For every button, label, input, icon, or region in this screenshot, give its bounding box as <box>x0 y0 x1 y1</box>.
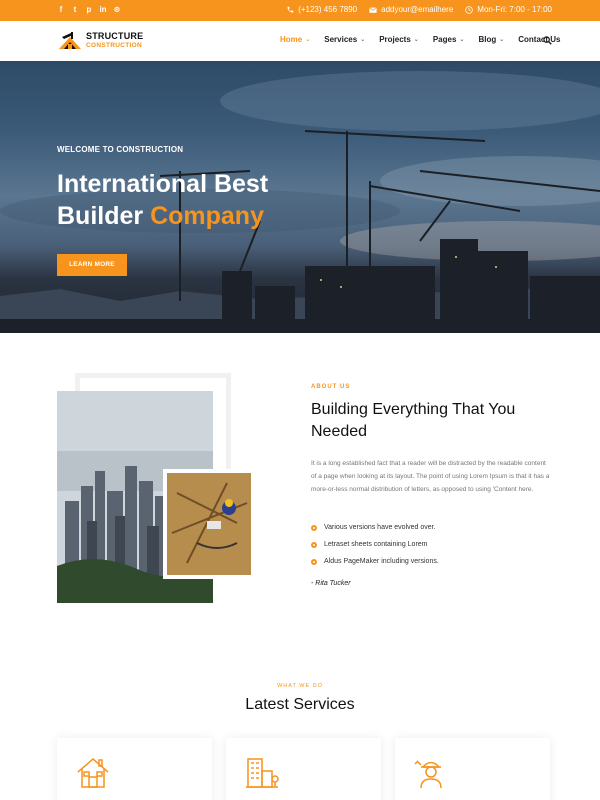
bullet-icon <box>311 524 317 531</box>
hero-title: International Best Builder Company <box>57 168 357 232</box>
nav-label: Contact Us <box>518 35 561 44</box>
phone-contact[interactable]: (+123) 456 7890 <box>286 5 357 14</box>
clock-icon <box>465 5 474 14</box>
site-logo[interactable]: STRUCTURE CONSTRUCTION <box>57 31 143 51</box>
nav-label: Projects <box>379 35 411 44</box>
chevron-down-icon: ⌄ <box>305 37 311 43</box>
chevron-down-icon: ⌄ <box>459 37 465 43</box>
list-item-text: Aldus PageMaker including versions. <box>324 558 439 565</box>
hero-title-line2: Builder <box>57 202 151 230</box>
main-menu: Home ⌄ Services ⌄ Projects ⌄ Pages ⌄ Blo… <box>280 35 574 44</box>
nav-item-home[interactable]: Home ⌄ <box>280 35 310 44</box>
email-contact[interactable]: addyour@emailhere <box>369 5 453 14</box>
brand-name: STRUCTURE <box>86 31 144 41</box>
pinterest-icon[interactable]: p <box>85 5 93 15</box>
services-title: Latest Services <box>245 696 355 713</box>
envelope-icon <box>369 6 377 13</box>
about-paragraph: It is a long established fact that a rea… <box>311 460 550 493</box>
hero-title-line1: International Best <box>57 170 269 198</box>
service-card[interactable] <box>395 738 550 800</box>
worker-photo <box>167 473 251 575</box>
hours-info: Mon-Fri: 7:00 - 17:00 <box>465 5 552 14</box>
learn-more-button[interactable]: LEARN MORE <box>57 254 127 276</box>
top-bar: f t p in ⊛ (+123) 456 7890 addyour@email… <box>0 0 600 21</box>
linkedin-icon[interactable]: in <box>99 5 107 15</box>
list-item-text: Letraset sheets containing Lorem <box>324 541 428 548</box>
phone-icon <box>287 6 294 12</box>
nav-label: Blog <box>478 35 497 44</box>
list-item: Aldus PageMaker including versions. <box>311 553 439 570</box>
hero-banner: WELCOME TO CONSTRUCTION International Be… <box>0 61 600 333</box>
about-title: Building Everything That You Needed <box>311 401 516 440</box>
search-icon[interactable] <box>543 36 552 45</box>
list-item: Letraset sheets containing Lorem <box>311 536 439 553</box>
email-address: addyour@emailhere <box>381 5 454 14</box>
list-item-text: Various versions have evolved over. <box>324 524 436 531</box>
chevron-down-icon: ⌄ <box>360 37 366 43</box>
nav-label: Home <box>280 35 303 44</box>
nav-item-contact[interactable]: Contact Us <box>518 35 560 44</box>
bullet-icon <box>311 541 317 548</box>
dribbble-icon[interactable]: ⊛ <box>113 5 121 15</box>
brand-tagline: CONSTRUCTION <box>86 42 142 49</box>
worker-photo-illustration <box>167 473 251 575</box>
social-links: f t p in ⊛ <box>57 5 121 15</box>
worker-photo-frame <box>163 469 255 579</box>
about-signature: - Rita Tucker <box>311 580 351 587</box>
service-card[interactable] <box>57 738 212 800</box>
nav-item-services[interactable]: Services ⌄ <box>324 35 365 44</box>
nav-item-blog[interactable]: Blog ⌄ <box>478 35 504 44</box>
list-item: Various versions have evolved over. <box>311 519 439 536</box>
nav-item-pages[interactable]: Pages ⌄ <box>433 35 465 44</box>
bullet-icon <box>311 558 317 565</box>
facebook-icon[interactable]: f <box>57 5 65 15</box>
main-navbar: STRUCTURE CONSTRUCTION Home ⌄ Services ⌄… <box>0 21 600 61</box>
hero-kicker: WELCOME TO CONSTRUCTION <box>57 145 184 154</box>
hero-title-accent: Company <box>150 202 264 230</box>
about-feature-list: Various versions have evolved over. Letr… <box>311 519 439 570</box>
worker-icon <box>414 760 442 789</box>
contact-info: (+123) 456 7890 addyour@emailhere Mon-Fr… <box>286 5 552 14</box>
service-card[interactable] <box>226 738 381 800</box>
services-kicker: WHAT WE DO <box>277 683 323 689</box>
logo-crane-icon <box>59 32 81 49</box>
nav-label: Services <box>324 35 358 44</box>
phone-number: (+123) 456 7890 <box>298 5 358 14</box>
nav-label: Pages <box>432 35 457 44</box>
house-icon <box>77 758 109 788</box>
about-kicker: ABOUT US <box>311 384 351 390</box>
business-hours: Mon-Fri: 7:00 - 17:00 <box>477 5 552 14</box>
twitter-icon[interactable]: t <box>71 5 79 15</box>
buildings-icon <box>246 758 279 788</box>
chevron-down-icon: ⌄ <box>413 37 419 43</box>
nav-item-projects[interactable]: Projects ⌄ <box>379 35 419 44</box>
chevron-down-icon: ⌄ <box>499 37 505 43</box>
